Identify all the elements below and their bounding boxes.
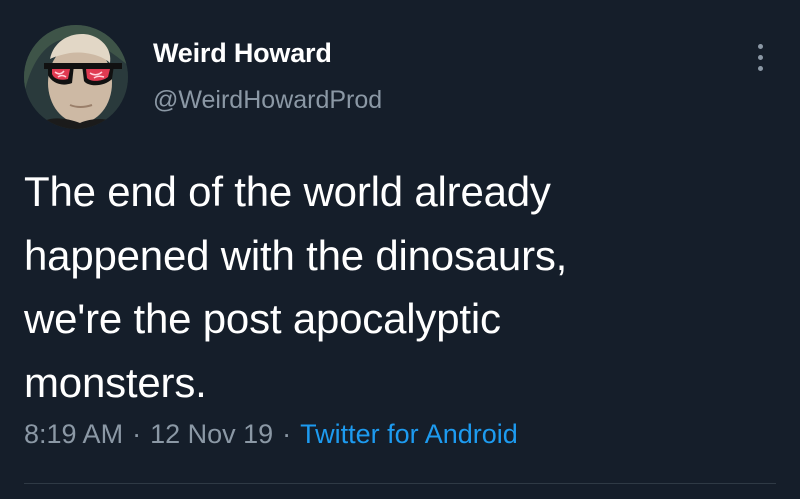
tweet-text-line: monsters. [24, 358, 207, 406]
tweet-text-line: The end of the world already [24, 168, 551, 215]
tweet-date[interactable]: 12 Nov 19 [150, 419, 273, 449]
avatar[interactable] [24, 25, 128, 129]
divider [24, 483, 776, 484]
tweet-text-line: happened with the dinosaurs, [24, 231, 568, 279]
meta-separator: · [132, 419, 142, 449]
more-dot [758, 44, 763, 49]
tweet-time[interactable]: 8:19 AM [24, 419, 123, 449]
more-dot [758, 55, 763, 60]
tweet-text-line: we're the post apocalyptic [24, 295, 501, 342]
author-display-name[interactable]: Weird Howard [153, 38, 332, 69]
tweet-meta: 8:19 AM · 12 Nov 19 · Twitter for Android [24, 419, 518, 450]
more-dot [758, 66, 763, 71]
author-handle[interactable]: @WeirdHowardProd [153, 86, 382, 115]
meta-separator: · [282, 419, 292, 449]
more-vertical-icon[interactable] [748, 40, 772, 74]
tweet-card: Weird Howard @WeirdHowardProd The end of… [0, 0, 800, 499]
tweet-source-link[interactable]: Twitter for Android [300, 419, 518, 449]
avatar-image [24, 25, 128, 129]
tweet-text: The end of the world already happened wi… [24, 160, 764, 414]
